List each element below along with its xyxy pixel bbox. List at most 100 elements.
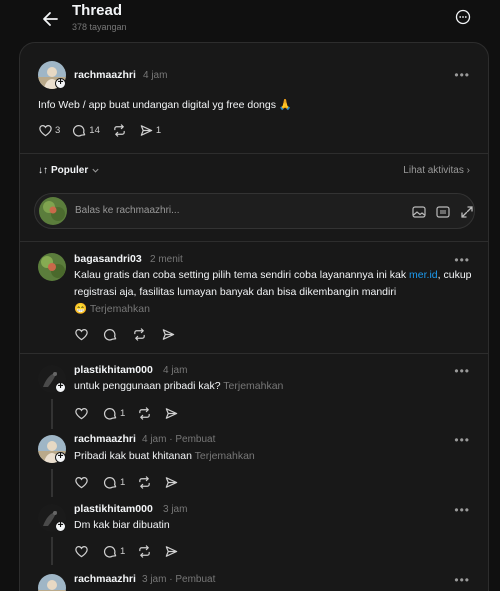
expand-icon[interactable] bbox=[459, 204, 475, 220]
share-button[interactable]: 1 bbox=[139, 123, 161, 138]
view-activity-link[interactable]: Lihat aktivitas › bbox=[403, 165, 470, 176]
comment-more-icon[interactable]: ••• bbox=[454, 254, 470, 266]
comment-time: 4 jam bbox=[142, 434, 167, 445]
page-title: Thread bbox=[72, 2, 123, 19]
send-icon bbox=[162, 328, 175, 340]
comment-more-icon[interactable]: ••• bbox=[454, 574, 470, 586]
share-button[interactable] bbox=[164, 544, 179, 559]
comment-actions bbox=[74, 326, 188, 342]
comment-more-icon[interactable]: ••• bbox=[454, 365, 470, 377]
comment-time: 3 jam bbox=[163, 504, 188, 515]
post-actions: 3 14 1 bbox=[38, 122, 173, 138]
top-bar: Thread 378 tayangan bbox=[0, 0, 500, 42]
divider bbox=[20, 241, 488, 242]
like-button[interactable] bbox=[74, 475, 89, 490]
author-tag: Pembuat bbox=[175, 434, 216, 445]
translate-link[interactable]: Terjemahkan bbox=[90, 303, 150, 315]
view-count: 378 tayangan bbox=[72, 22, 127, 32]
heart-icon bbox=[75, 407, 88, 419]
heart-icon bbox=[75, 545, 88, 557]
comment-more-icon[interactable]: ••• bbox=[454, 434, 470, 446]
follow-plus-icon[interactable]: + bbox=[55, 521, 66, 532]
comment-meta: 3 jam · Pembuat bbox=[142, 574, 216, 585]
comment-username[interactable]: plastikhitam000 bbox=[74, 364, 153, 376]
post-username[interactable]: rachmaazhri bbox=[74, 69, 136, 81]
post-text: Info Web / app buat undangan digital yg … bbox=[38, 99, 292, 111]
view-activity-label: Lihat aktivitas bbox=[403, 165, 464, 176]
comment-username[interactable]: bagasandri03 bbox=[74, 253, 142, 265]
comment-username[interactable]: plastikhitam000 bbox=[74, 503, 153, 515]
comment-text-part: Kalau gratis dan coba setting pilih tema… bbox=[74, 269, 410, 281]
like-button[interactable] bbox=[74, 406, 89, 421]
thread-line bbox=[51, 537, 53, 565]
comment-icon bbox=[103, 407, 117, 419]
comment-icon bbox=[73, 124, 86, 136]
comment-meta: 4 jam · Pembuat bbox=[142, 434, 216, 445]
share-button[interactable] bbox=[164, 475, 179, 490]
heart-icon bbox=[75, 476, 88, 488]
back-arrow-icon[interactable] bbox=[40, 8, 62, 30]
comment-username[interactable]: rachmaazhri bbox=[74, 433, 136, 445]
reply-count: 14 bbox=[89, 124, 100, 136]
reply-button[interactable]: 1 bbox=[103, 475, 125, 490]
more-options-circle-icon[interactable] bbox=[455, 9, 471, 25]
like-count: 3 bbox=[55, 124, 61, 136]
comment-icon bbox=[103, 545, 117, 557]
avatar[interactable] bbox=[38, 253, 66, 281]
comment-actions: 1 bbox=[74, 474, 191, 490]
divider bbox=[20, 153, 488, 154]
send-icon bbox=[140, 124, 153, 136]
reply-button[interactable]: 14 bbox=[72, 123, 100, 138]
reply-placeholder: Balas ke rachmaazhri... bbox=[75, 205, 180, 216]
repost-icon bbox=[139, 406, 151, 420]
like-button[interactable]: 3 bbox=[38, 123, 60, 138]
reply-button[interactable]: 1 bbox=[103, 544, 125, 559]
repost-button[interactable] bbox=[137, 544, 152, 559]
thread-panel: + rachmaazhri 4 jam ••• Info Web / app b… bbox=[19, 42, 489, 591]
follow-plus-icon[interactable]: + bbox=[55, 382, 66, 393]
chevron-right-icon: › bbox=[466, 165, 470, 176]
reply-count: 1 bbox=[120, 407, 126, 419]
reply-count: 1 bbox=[120, 476, 126, 488]
follow-plus-icon[interactable]: + bbox=[55, 452, 66, 463]
comment-text: untuk penggunaan pribadi kak? Terjemahka… bbox=[74, 378, 283, 395]
gif-icon[interactable] bbox=[435, 204, 451, 220]
post-more-icon[interactable]: ••• bbox=[454, 69, 470, 81]
repost-icon bbox=[134, 327, 145, 341]
comment-more-icon[interactable]: ••• bbox=[454, 504, 470, 516]
comment-time: 3 jam bbox=[142, 574, 167, 585]
repost-button[interactable] bbox=[112, 123, 127, 138]
repost-button[interactable] bbox=[137, 406, 152, 421]
divider bbox=[20, 353, 488, 354]
comment-time: 4 jam bbox=[163, 365, 188, 376]
follow-plus-icon[interactable]: + bbox=[55, 78, 66, 89]
repost-button[interactable] bbox=[132, 327, 147, 342]
post-time: 4 jam bbox=[143, 70, 168, 81]
share-button[interactable] bbox=[161, 327, 176, 342]
avatar[interactable] bbox=[38, 574, 66, 591]
comment-text-part: Pribadi kak buat khitanan bbox=[74, 450, 192, 462]
like-button[interactable] bbox=[74, 544, 89, 559]
sort-dropdown[interactable]: ↓↑ Populer bbox=[38, 165, 100, 176]
translate-link[interactable]: Terjemahkan bbox=[223, 380, 283, 392]
comment-username[interactable]: rachmaazhri bbox=[74, 573, 136, 585]
translate-link[interactable]: Terjemahkan bbox=[195, 450, 255, 462]
thread-line bbox=[51, 469, 53, 497]
comment-text: Kalau gratis dan coba setting pilih tema… bbox=[74, 267, 474, 318]
reply-button[interactable] bbox=[103, 327, 118, 342]
repost-button[interactable] bbox=[137, 475, 152, 490]
gallery-icon[interactable] bbox=[411, 204, 427, 220]
author-tag: Pembuat bbox=[175, 574, 216, 585]
share-button[interactable] bbox=[164, 406, 179, 421]
reply-input[interactable]: Balas ke rachmaazhri... bbox=[34, 193, 475, 229]
comment-time: 2 menit bbox=[150, 254, 183, 265]
like-button[interactable] bbox=[74, 327, 89, 342]
comment-text-part: untuk penggunaan pribadi kak? bbox=[74, 380, 221, 392]
chevron-down-icon bbox=[92, 168, 99, 173]
reply-button[interactable]: 1 bbox=[103, 406, 125, 421]
share-count: 1 bbox=[155, 124, 162, 136]
thread-line bbox=[51, 399, 53, 429]
comment-link[interactable]: mer.id bbox=[409, 269, 438, 281]
repost-icon bbox=[139, 544, 151, 558]
repost-icon bbox=[114, 123, 125, 137]
